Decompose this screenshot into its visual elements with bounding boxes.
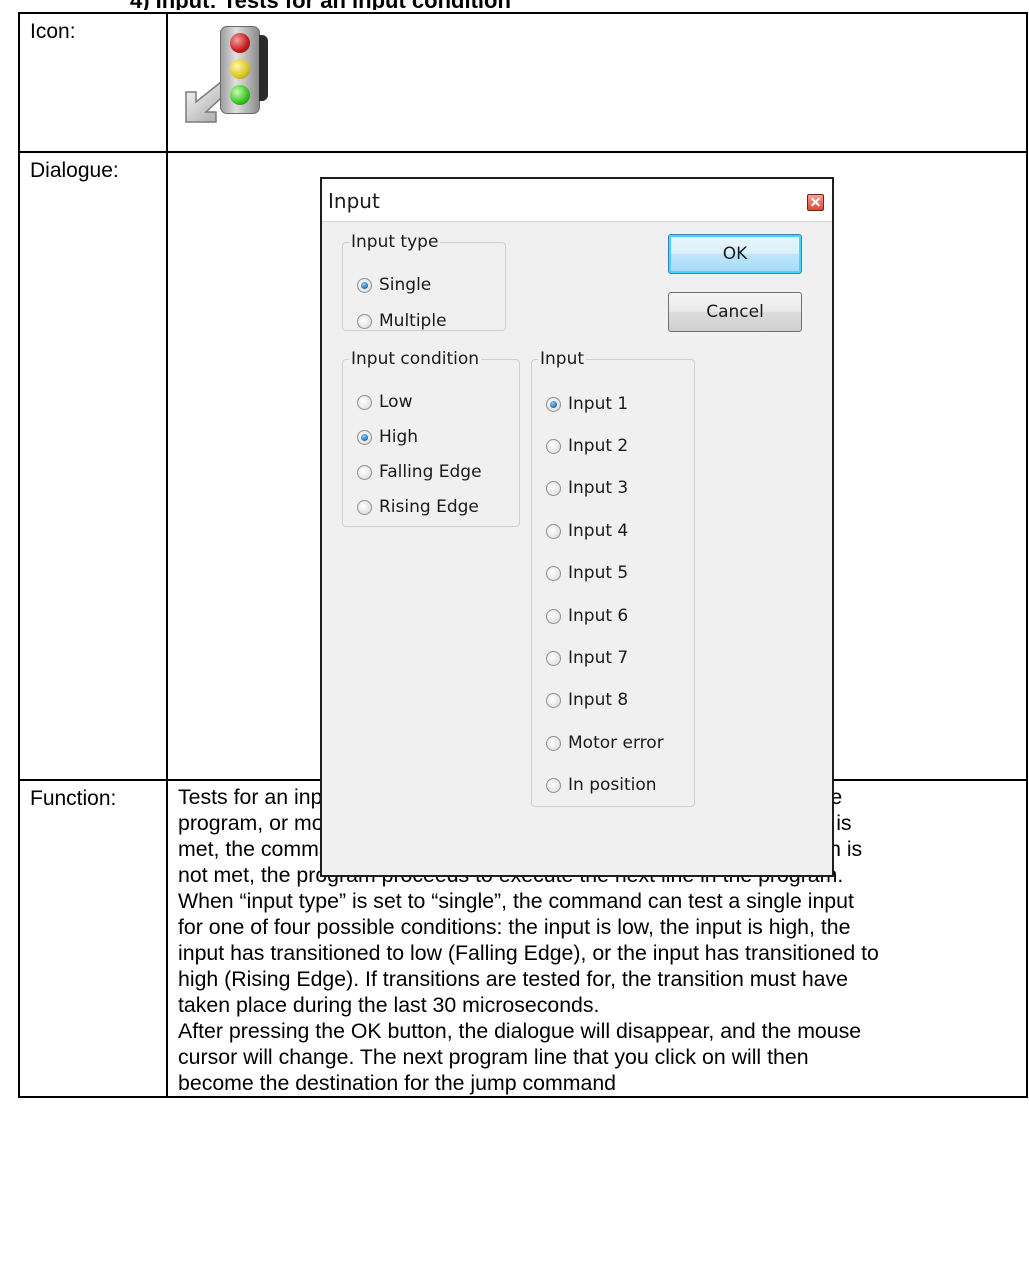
ok-button[interactable]: OK <box>668 234 802 274</box>
radio-input-4[interactable]: Input 4 <box>546 521 628 541</box>
input-dialog: Input Input type Single Multiple OK Canc… <box>320 177 834 877</box>
radio-button-icon[interactable] <box>546 480 561 496</box>
radio-input-5[interactable]: Input 5 <box>546 563 628 583</box>
radio-button-icon[interactable] <box>546 735 561 751</box>
radio-button-icon[interactable] <box>357 429 372 445</box>
input-group: Input Input 1 Input 2 Input 3 Input 4 In… <box>531 349 695 807</box>
dialog-titlebar[interactable]: Input <box>322 179 832 222</box>
input-type-group: Input type Single Multiple <box>342 232 506 331</box>
cancel-button[interactable]: Cancel <box>668 292 802 332</box>
function-label: Function: <box>18 779 168 1098</box>
radio-input-2[interactable]: Input 2 <box>546 436 628 456</box>
radio-label: Input 1 <box>568 394 629 414</box>
radio-single[interactable]: Single <box>357 275 431 295</box>
radio-button-icon[interactable] <box>546 777 561 793</box>
radio-input-1[interactable]: Input 1 <box>546 394 628 414</box>
radio-label: Input 8 <box>568 690 629 710</box>
radio-label: Input 7 <box>568 648 629 668</box>
radio-button-icon[interactable] <box>546 692 561 708</box>
radio-button-icon[interactable] <box>357 313 372 329</box>
traffic-light-jump-icon <box>182 24 282 124</box>
radio-label: Input 3 <box>568 478 629 498</box>
input-type-legend: Input type <box>351 232 439 252</box>
radio-button-icon[interactable] <box>546 396 561 412</box>
radio-button-icon[interactable] <box>357 464 372 480</box>
radio-button-icon[interactable] <box>357 499 372 515</box>
radio-button-icon[interactable] <box>546 650 561 666</box>
radio-label: Single <box>379 275 432 295</box>
radio-label: Input 6 <box>568 606 629 626</box>
radio-button-icon[interactable] <box>546 438 561 454</box>
radio-high[interactable]: High <box>357 427 418 447</box>
radio-in-position[interactable]: In position <box>546 775 657 795</box>
red-lamp-icon <box>230 33 250 53</box>
radio-label: Multiple <box>379 311 447 331</box>
radio-button-icon[interactable] <box>357 394 372 410</box>
dialog-title: Input <box>328 189 380 213</box>
radio-button-icon[interactable] <box>546 608 561 624</box>
green-lamp-icon <box>230 85 250 105</box>
radio-multiple[interactable]: Multiple <box>357 311 447 331</box>
input-condition-legend: Input condition <box>351 349 480 369</box>
icon-label: Icon: <box>18 12 168 153</box>
radio-rising-edge[interactable]: Rising Edge <box>357 497 479 517</box>
radio-label: Falling Edge <box>379 462 482 482</box>
radio-label: Input 2 <box>568 436 629 456</box>
radio-input-7[interactable]: Input 7 <box>546 648 628 668</box>
input-legend: Input <box>540 349 585 369</box>
input-condition-group: Input condition Low High Falling Edge Ri… <box>342 349 520 527</box>
radio-label: Motor error <box>568 733 664 753</box>
radio-button-icon[interactable] <box>357 277 372 293</box>
radio-falling-edge[interactable]: Falling Edge <box>357 462 482 482</box>
radio-label: Input 5 <box>568 563 629 583</box>
radio-input-8[interactable]: Input 8 <box>546 690 628 710</box>
radio-button-icon[interactable] <box>546 565 561 581</box>
close-icon[interactable] <box>807 194 824 211</box>
dialogue-label: Dialogue: <box>18 151 168 781</box>
traffic-light-body <box>220 26 268 114</box>
icon-row: Icon: <box>18 12 1028 153</box>
radio-input-3[interactable]: Input 3 <box>546 478 628 498</box>
radio-label: Input 4 <box>568 521 629 541</box>
radio-label: High <box>379 427 419 447</box>
radio-button-icon[interactable] <box>546 523 561 539</box>
radio-label: Rising Edge <box>379 497 479 517</box>
radio-label: Low <box>379 392 413 412</box>
radio-motor-error[interactable]: Motor error <box>546 733 664 753</box>
radio-label: In position <box>568 775 657 795</box>
radio-input-6[interactable]: Input 6 <box>546 606 628 626</box>
icon-cell <box>166 12 1028 153</box>
radio-low[interactable]: Low <box>357 392 412 412</box>
yellow-lamp-icon <box>230 59 250 79</box>
